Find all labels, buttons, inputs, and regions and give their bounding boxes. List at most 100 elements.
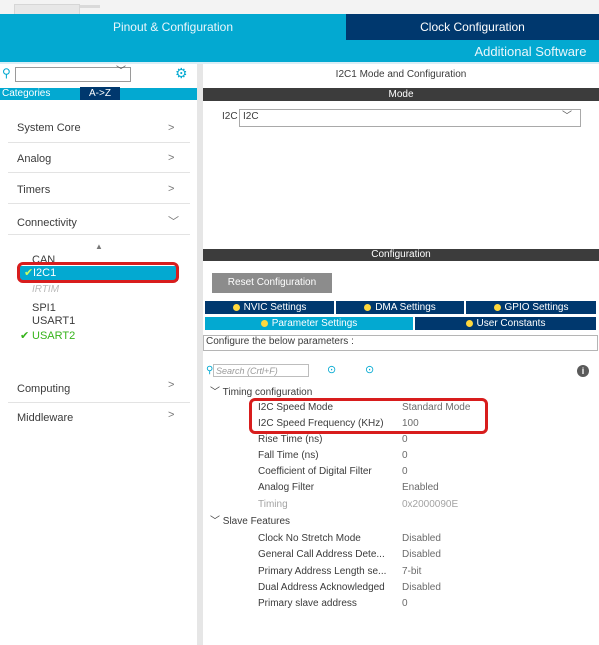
tab-label: Categories: [2, 88, 51, 99]
category-timers[interactable]: Timers: [17, 179, 191, 201]
mode-select-value: I2C: [243, 111, 259, 122]
list-item-label: SPI1: [32, 302, 56, 314]
param-value[interactable]: 0: [402, 449, 512, 463]
info-icon[interactable]: i: [577, 365, 589, 377]
configuration-section-header: Configuration: [203, 249, 599, 261]
tab-nvic-settings[interactable]: NVIC Settings: [205, 301, 334, 314]
tab-additional-software[interactable]: Additional Software: [462, 40, 599, 62]
param-name: Primary slave address: [258, 598, 357, 609]
tab-categories[interactable]: Categories: [0, 88, 78, 100]
sidebar-search-input[interactable]: [15, 67, 131, 82]
chevron-right-icon: >: [168, 409, 175, 421]
param-value[interactable]: 7-bit: [402, 565, 512, 579]
divider: [8, 172, 190, 173]
chevron-right-icon: >: [168, 379, 175, 391]
highlight-box: [249, 398, 488, 434]
category-label: Middleware: [17, 412, 74, 424]
chevron-down-icon[interactable]: ﹀: [116, 65, 128, 79]
tab-label: User Constants: [476, 318, 546, 329]
list-item-usart1[interactable]: USART1: [32, 315, 182, 327]
param-name: Dual Address Acknowledged: [258, 582, 385, 593]
param-value[interactable]: Disabled: [402, 581, 512, 595]
list-item-irtim[interactable]: IRTIM: [32, 284, 182, 296]
tab-label: GPIO Settings: [504, 302, 569, 313]
tab-label: Pinout & Configuration: [112, 20, 234, 34]
param-value[interactable]: Enabled: [402, 481, 512, 495]
parameter-search-input[interactable]: Search (Crtl+F): [213, 364, 309, 377]
category-label: System Core: [17, 122, 81, 134]
divider: [8, 142, 190, 143]
param-name: General Call Address Dete...: [258, 549, 385, 560]
list-item-usart2[interactable]: USART2: [32, 330, 112, 343]
status-dot-icon: [465, 320, 473, 327]
param-name: Coefficient of Digital Filter: [258, 466, 372, 477]
param-value[interactable]: Disabled: [402, 548, 512, 562]
chevron-down-icon: ﹀: [210, 387, 223, 398]
param-name: Fall Time (ns): [258, 450, 319, 461]
category-computing[interactable]: Computing: [17, 378, 191, 400]
param-value[interactable]: 0: [402, 433, 512, 447]
mode-section-header: Mode: [203, 88, 599, 101]
tab-clock-configuration[interactable]: Clock Configuration: [346, 14, 599, 40]
status-dot-icon: [232, 304, 240, 311]
reset-configuration-button[interactable]: Reset Configuration: [212, 273, 332, 293]
category-label: Computing: [17, 383, 71, 395]
previous-icon[interactable]: ⊙: [327, 364, 339, 377]
param-name: Clock No Stretch Mode: [258, 533, 361, 544]
window-tab-indicator: [80, 5, 100, 8]
check-icon: ✔: [20, 330, 30, 342]
tab-label: NVIC Settings: [243, 302, 307, 313]
group-label: Timing configuration: [222, 387, 313, 398]
group-slave-features[interactable]: ﹀ Slave Features: [210, 515, 290, 528]
chevron-down-icon: ﹀: [168, 216, 179, 228]
sidebar-splitter[interactable]: [197, 64, 203, 645]
list-item-label: USART1: [32, 315, 76, 327]
tab-a-z[interactable]: A->Z: [80, 87, 120, 100]
tab-gpio-settings[interactable]: GPIO Settings: [466, 301, 596, 314]
group-label: Slave Features: [222, 516, 291, 527]
param-value[interactable]: Disabled: [402, 532, 512, 546]
param-name: Analog Filter: [258, 482, 315, 493]
tab-label: A->Z: [89, 88, 111, 99]
page-title: I2C1 Mode and Configuration: [335, 69, 467, 80]
param-name: Timing: [258, 499, 288, 510]
tab-user-constants[interactable]: User Constants: [415, 317, 596, 330]
chevron-right-icon: >: [168, 152, 175, 164]
divider: [8, 234, 190, 235]
tab-label: Additional Software: [474, 43, 587, 59]
status-dot-icon: [493, 304, 501, 311]
highlight-box: [17, 262, 179, 283]
param-value: 0x2000090E: [402, 499, 459, 510]
category-middleware[interactable]: Middleware: [17, 407, 191, 429]
chevron-down-icon[interactable]: ﹀: [562, 109, 574, 125]
gear-icon[interactable]: ⚙: [175, 66, 189, 80]
tab-label: DMA Settings: [375, 302, 436, 313]
status-dot-icon: [364, 304, 372, 311]
param-value[interactable]: 0: [402, 597, 512, 611]
status-dot-icon: [260, 320, 268, 327]
category-system-core[interactable]: System Core: [17, 117, 191, 139]
divider: [8, 203, 190, 204]
tab-label: Clock Configuration: [420, 20, 525, 34]
param-value[interactable]: 0: [402, 465, 512, 479]
tab-parameter-settings[interactable]: Parameter Settings: [205, 317, 413, 330]
tab-label: Parameter Settings: [271, 318, 358, 329]
search-icon: ⚲: [2, 66, 11, 80]
list-item-spi1[interactable]: SPI1: [32, 302, 182, 314]
list-item-label: IRTIM: [32, 284, 60, 295]
category-connectivity[interactable]: Connectivity: [17, 212, 191, 234]
divider: [8, 402, 190, 403]
tab-dma-settings[interactable]: DMA Settings: [336, 301, 464, 314]
chevron-right-icon: >: [168, 183, 175, 195]
next-icon[interactable]: ⊙: [365, 364, 377, 377]
param-name: Primary Address Length se...: [258, 566, 387, 577]
category-label: Timers: [17, 184, 51, 196]
scroll-up-icon[interactable]: ▲: [95, 242, 105, 252]
chevron-down-icon: ﹀: [210, 516, 223, 527]
tab-pinout-configuration[interactable]: Pinout & Configuration: [0, 14, 346, 40]
param-name: Rise Time (ns): [258, 434, 323, 445]
category-label: Analog: [17, 153, 52, 165]
chevron-right-icon: >: [168, 122, 175, 134]
category-analog[interactable]: Analog: [17, 148, 191, 170]
category-label: Connectivity: [17, 217, 77, 229]
